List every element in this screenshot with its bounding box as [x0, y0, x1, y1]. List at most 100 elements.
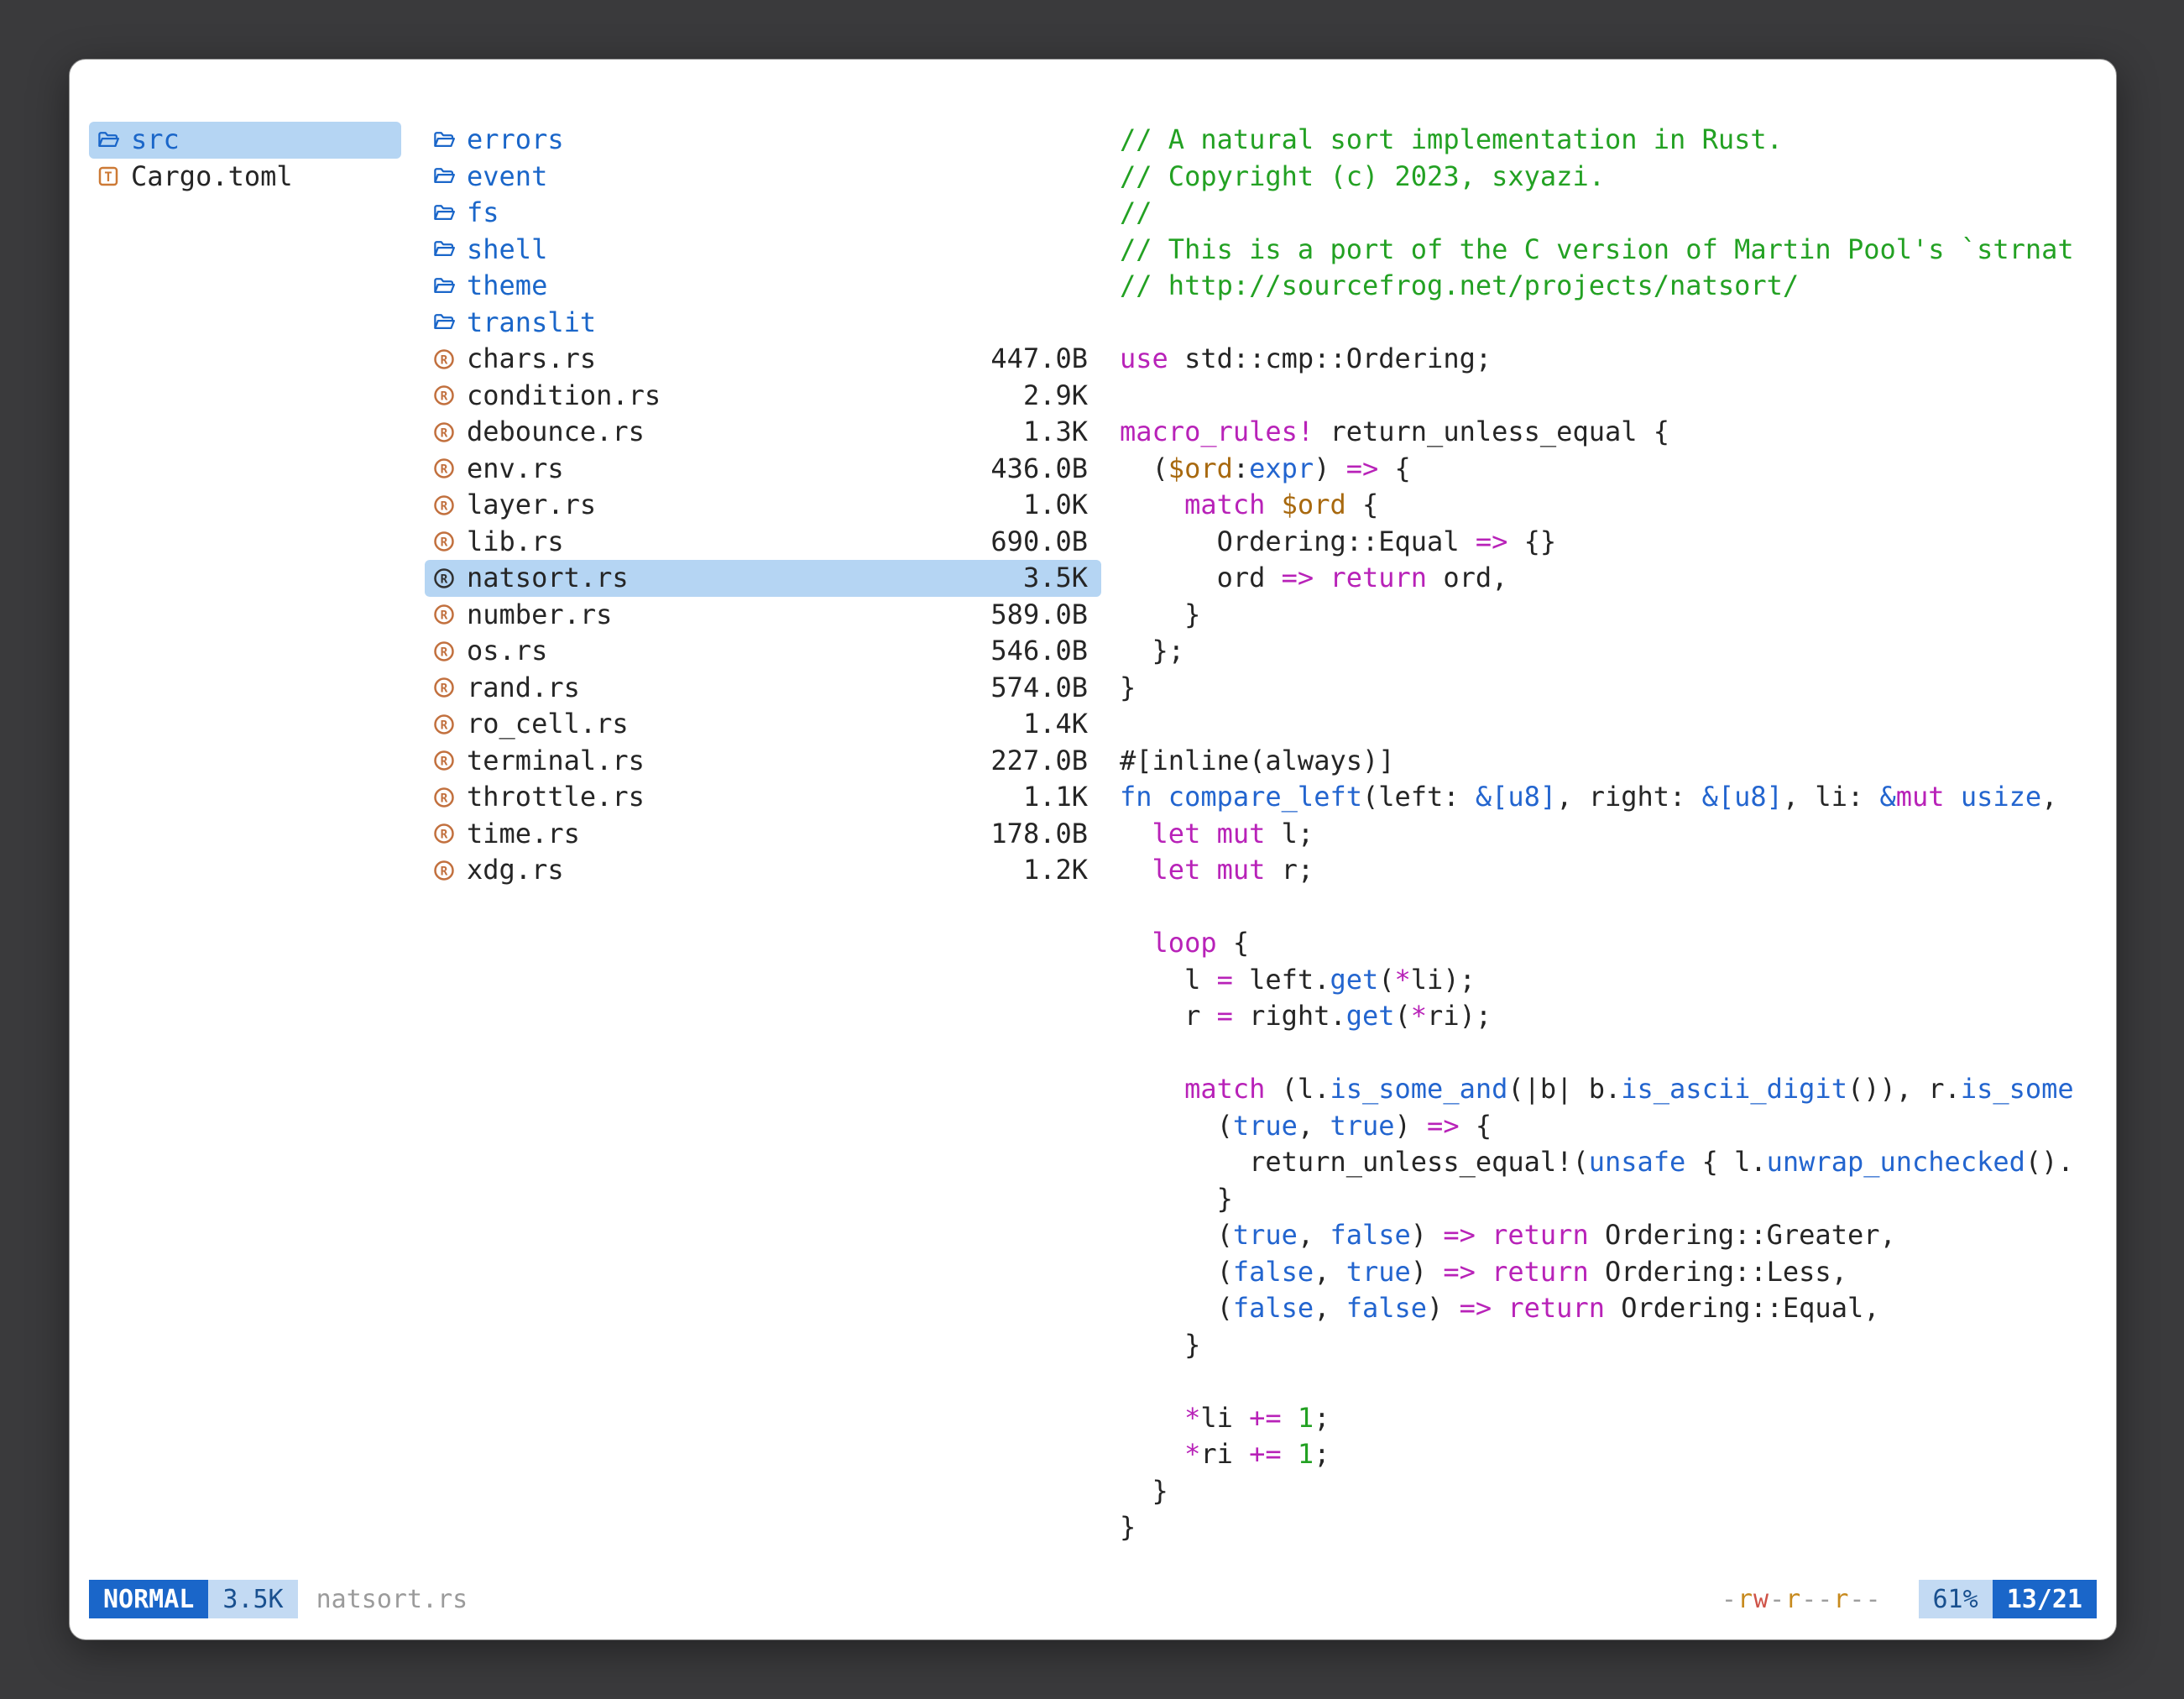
dir-row[interactable]: shell — [425, 232, 1101, 269]
code-line: loop { — [1120, 925, 2098, 962]
svg-text:R: R — [441, 572, 448, 586]
dir-row[interactable]: translit — [425, 305, 1101, 342]
code-line: // This is a port of the C version of Ma… — [1120, 232, 2098, 269]
entry-size: 546.0B — [990, 633, 1088, 670]
entry-size: 589.0B — [990, 597, 1088, 634]
entry-name: throttle.rs — [467, 779, 645, 816]
entry-name: rand.rs — [467, 670, 580, 707]
code-line: } — [1120, 1473, 2098, 1510]
code-line: } — [1120, 1509, 2098, 1546]
entry-size: 1.4K — [1023, 706, 1088, 743]
file-row[interactable]: Renv.rs 436.0B — [425, 451, 1101, 488]
svg-text:R: R — [441, 353, 448, 367]
perm-char: r — [1833, 1585, 1849, 1614]
code-line: fn compare_left(left: &[u8], right: &[u8… — [1120, 779, 2098, 816]
svg-text:R: R — [441, 536, 448, 550]
entry-name: fs — [467, 195, 499, 232]
svg-text:R: R — [441, 792, 448, 805]
dir-row[interactable]: theme — [425, 268, 1101, 305]
status-bar: NORMAL 3.5K natsort.rs -rw-r--r-- 61% 13… — [89, 1580, 2097, 1618]
perm-char: r — [1737, 1585, 1753, 1614]
code-line: match $ord { — [1120, 487, 2098, 524]
file-row[interactable]: Rnumber.rs589.0B — [425, 597, 1101, 634]
svg-text:R: R — [441, 755, 448, 769]
file-row[interactable]: Rxdg.rs1.2K — [425, 852, 1101, 889]
dir-row[interactable]: fs — [425, 195, 1101, 232]
mode-badge: NORMAL — [89, 1580, 208, 1618]
status-file-size: 3.5K — [208, 1580, 297, 1618]
entry-name: env.rs — [467, 451, 564, 488]
code-line — [1120, 706, 2098, 743]
file-row[interactable]: T Cargo.toml — [89, 159, 401, 196]
entry-name: src — [131, 122, 180, 159]
svg-text:R: R — [441, 390, 448, 404]
file-row[interactable]: Ros.rs546.0B — [425, 633, 1101, 670]
entry-name: condition.rs — [467, 378, 661, 415]
status-file-name: natsort.rs — [316, 1585, 468, 1614]
dir-row[interactable]: event — [425, 159, 1101, 196]
rust-file-icon: R — [431, 566, 457, 591]
entry-name: ro_cell.rs — [467, 706, 629, 743]
entry-size: 436.0B — [990, 451, 1088, 488]
entry-size: 690.0B — [990, 524, 1088, 561]
rust-file-icon: R — [431, 712, 457, 737]
code-line: } — [1120, 670, 2098, 707]
entry-name: errors — [467, 122, 564, 159]
perm-char: - — [1801, 1585, 1817, 1614]
code-line: Ordering::Equal => {} — [1120, 524, 2098, 561]
entry-name: translit — [467, 305, 596, 342]
entry-size: 574.0B — [990, 670, 1088, 707]
file-row[interactable]: Rterminal.rs227.0B — [425, 743, 1101, 780]
permissions-text: -rw-r--r-- — [1722, 1585, 1882, 1614]
file-row[interactable]: Rdebounce.rs1.3K — [425, 414, 1101, 451]
entry-size: 178.0B — [990, 816, 1088, 853]
current-directory-pane: errorseventfsshellthemetranslitRchars.rs… — [425, 122, 1101, 889]
dir-row[interactable]: src — [89, 122, 401, 159]
yazi-file-manager-window: src T Cargo.toml errorseventfsshellthemetr… — [69, 59, 2117, 1640]
svg-text:R: R — [441, 609, 448, 623]
file-row[interactable]: Rtime.rs178.0B — [425, 816, 1101, 853]
rust-file-icon: R — [431, 529, 457, 554]
code-line: // http://sourcefrog.net/projects/natsor… — [1120, 268, 2098, 305]
file-row[interactable]: Rrand.rs 574.0B — [425, 670, 1101, 707]
dir-row[interactable]: errors — [425, 122, 1101, 159]
file-row[interactable]: Rro_cell.rs 1.4K — [425, 706, 1101, 743]
svg-text:R: R — [441, 426, 448, 440]
code-line: }; — [1120, 633, 2098, 670]
code-line — [1120, 889, 2098, 926]
file-row[interactable]: Rchars.rs447.0B — [425, 341, 1101, 378]
code-line: (true, true) => { — [1120, 1108, 2098, 1145]
entry-size: 1.2K — [1023, 852, 1088, 889]
entry-name: shell — [467, 232, 547, 269]
code-line: use std::cmp::Ordering; — [1120, 341, 2098, 378]
svg-text:R: R — [441, 463, 448, 477]
folder-icon — [431, 274, 457, 299]
code-line: // — [1120, 195, 2098, 232]
entry-name: theme — [467, 268, 547, 305]
code-line: } — [1120, 1327, 2098, 1364]
perm-char: - — [1865, 1585, 1881, 1614]
entry-size: 447.0B — [990, 341, 1088, 378]
entry-name: xdg.rs — [467, 852, 564, 889]
entry-name: Cargo.toml — [131, 159, 293, 196]
file-row[interactable]: Rlib.rs690.0B — [425, 524, 1101, 561]
code-line: ($ord:expr) => { — [1120, 451, 2098, 488]
perm-char: - — [1769, 1585, 1785, 1614]
file-row[interactable]: Rnatsort.rs3.5K — [425, 560, 1101, 597]
parent-pane: src T Cargo.toml — [89, 122, 401, 195]
entry-size: 1.1K — [1023, 779, 1088, 816]
svg-text:R: R — [441, 499, 448, 513]
rust-file-icon: R — [431, 675, 457, 700]
code-line: } — [1120, 1181, 2098, 1218]
code-line — [1120, 1363, 2098, 1400]
svg-text:R: R — [441, 719, 448, 732]
rust-file-icon: R — [431, 821, 457, 846]
code-line: let mut l; — [1120, 816, 2098, 853]
perm-char: w — [1753, 1585, 1769, 1614]
file-row[interactable]: Rcondition.rs2.9K — [425, 378, 1101, 415]
toml-file-icon: T — [96, 164, 121, 189]
file-row[interactable]: Rthrottle.rs 1.1K — [425, 779, 1101, 816]
file-row[interactable]: Rlayer.rs1.0K — [425, 487, 1101, 524]
code-line — [1120, 1035, 2098, 1072]
folder-icon — [431, 237, 457, 262]
